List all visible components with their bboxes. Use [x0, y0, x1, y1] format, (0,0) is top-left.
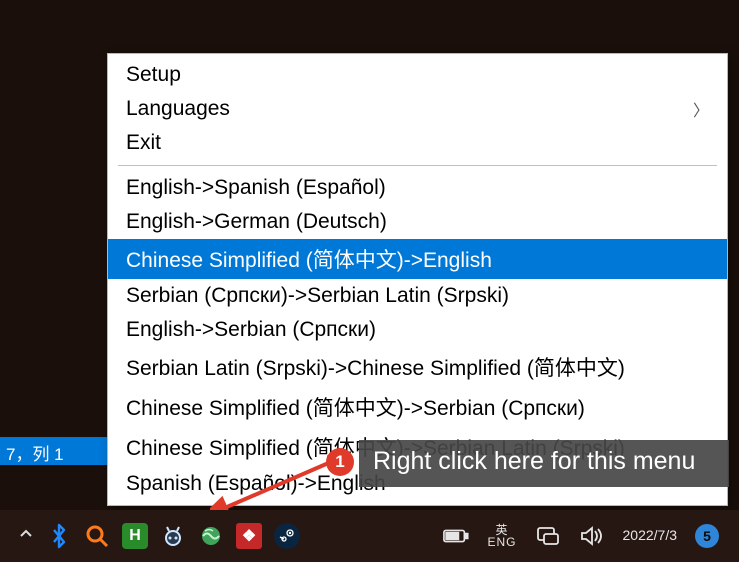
annotation-text: Right click here for this menu [373, 447, 695, 475]
app-red-icon[interactable]: ❖ [236, 523, 262, 549]
annotation-tooltip: Right click here for this menu [359, 440, 729, 487]
menu-item-label: Spanish (Español)->English [126, 472, 386, 496]
editor-status-text: 7，列 1 [6, 445, 64, 464]
menu-item-langpair[interactable]: English->Spanish (Español) [108, 171, 727, 205]
tray-context-menu: Setup Languages 〉 Exit English->Spanish … [107, 53, 728, 506]
menu-item-langpair[interactable]: Serbian Latin (Srpski)->Chinese Simplifi… [108, 347, 727, 387]
notification-count-badge[interactable]: 5 [695, 524, 719, 548]
menu-item-label: Languages [126, 97, 230, 121]
app-h-icon[interactable]: H [122, 523, 148, 549]
bluetooth-icon[interactable] [46, 523, 72, 549]
menu-item-label: Exit [126, 131, 161, 155]
menu-item-langpair[interactable]: English->German (Deutsch) [108, 205, 727, 239]
menu-item-langpair[interactable]: Serbian (Српски)->Serbian Latin (Srpski) [108, 279, 727, 313]
menu-separator [118, 165, 717, 166]
globe-icon[interactable] [198, 523, 224, 549]
taskbar-right: 英 ENG 2022/7/3 5 [443, 523, 739, 549]
menu-item-label: Setup [126, 63, 181, 87]
menu-item-langpair-selected[interactable]: Chinese Simplified (简体中文)->English [108, 239, 727, 279]
search-icon[interactable] [84, 523, 110, 549]
menu-item-exit[interactable]: Exit [108, 126, 727, 160]
volume-icon[interactable] [579, 523, 605, 549]
menu-item-setup[interactable]: Setup [108, 58, 727, 92]
menu-item-label: English->Spanish (Español) [126, 176, 386, 200]
app-assistant-icon[interactable] [160, 523, 186, 549]
annotation-step-badge: 1 [326, 448, 354, 476]
menu-item-label: English->German (Deutsch) [126, 210, 387, 234]
annotation-step-number: 1 [335, 452, 344, 472]
notification-count: 5 [703, 528, 711, 544]
tray-overflow-chevron-icon[interactable] [18, 526, 34, 547]
taskbar: H ❖ 英 ENG 2022/7/3 5 [0, 510, 739, 562]
ime-bottom-label: ENG [487, 536, 516, 548]
menu-item-label: Serbian Latin (Srpski)->Chinese Simplifi… [126, 352, 625, 382]
taskbar-date: 2022/7/3 [623, 528, 678, 543]
taskbar-left: H ❖ [0, 523, 300, 549]
chevron-right-icon: 〉 [693, 97, 709, 121]
menu-item-label: Chinese Simplified (简体中文)->English [126, 244, 492, 274]
menu-item-languages[interactable]: Languages 〉 [108, 92, 727, 126]
menu-item-label: Chinese Simplified (简体中文)->Serbian (Српс… [126, 392, 585, 422]
menu-item-langpair[interactable]: English->Serbian (Српски) [108, 313, 727, 347]
taskbar-datetime[interactable]: 2022/7/3 [623, 528, 678, 543]
steam-icon[interactable] [274, 523, 300, 549]
menu-item-langpair[interactable]: Chinese Simplified (简体中文)->Serbian (Српс… [108, 387, 727, 427]
ime-indicator[interactable]: 英 ENG [487, 524, 516, 548]
battery-icon[interactable] [443, 523, 469, 549]
menu-item-label: Serbian (Српски)->Serbian Latin (Srpski) [126, 284, 509, 308]
menu-item-label: English->Serbian (Српски) [126, 318, 376, 342]
network-icon[interactable] [535, 523, 561, 549]
